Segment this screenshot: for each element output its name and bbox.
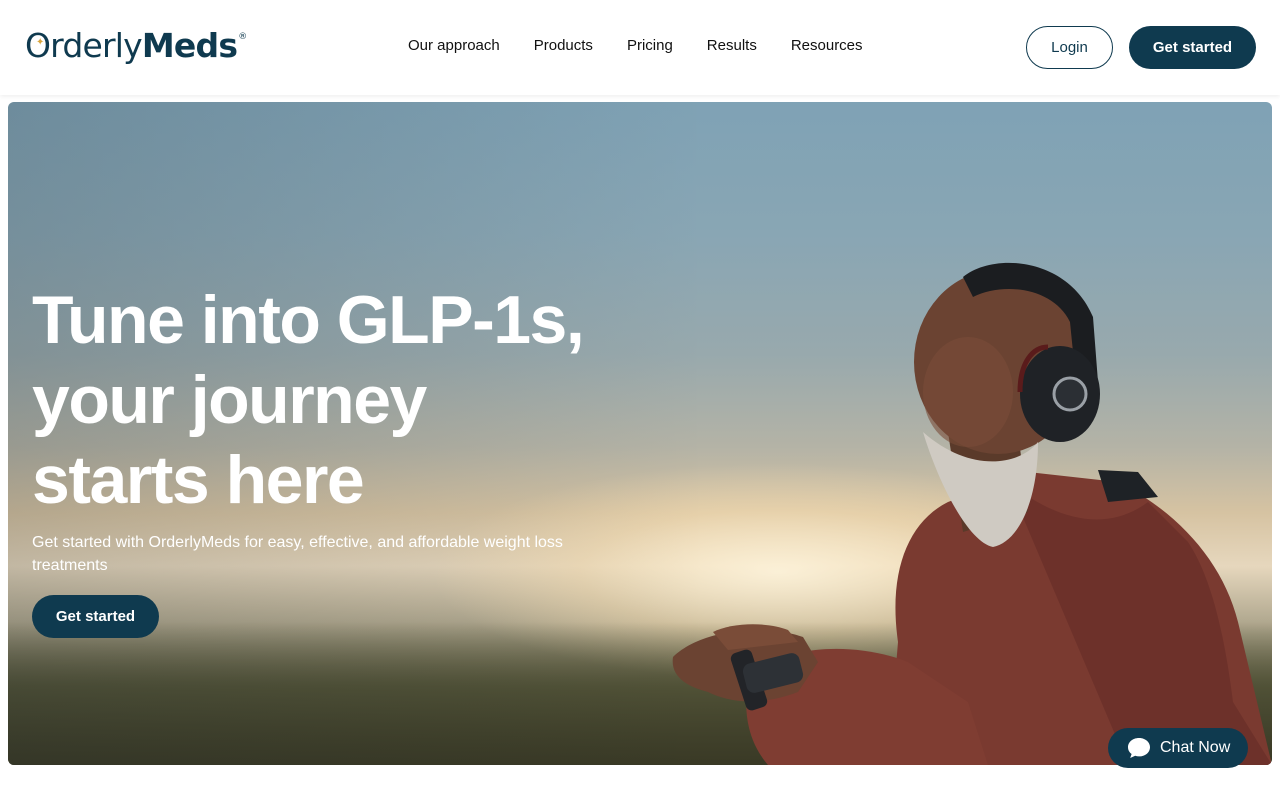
main-nav: Our approach Products Pricing Results Re… <box>408 37 897 54</box>
orderlymeds-logo[interactable]: Orderly ✦ Meds ® <box>25 26 247 66</box>
registered-mark: ® <box>238 32 247 42</box>
nav-item-products[interactable]: Products <box>534 37 593 54</box>
chat-now-button[interactable]: Chat Now <box>1108 728 1248 768</box>
hero-banner: Tune into GLP-1s, your journey starts he… <box>8 102 1272 765</box>
nav-item-pricing[interactable]: Pricing <box>627 37 673 54</box>
hero-get-started-button[interactable]: Get started <box>32 595 159 638</box>
nav-item-results[interactable]: Results <box>707 37 757 54</box>
hero-title: Tune into GLP-1s, your journey starts he… <box>32 282 585 518</box>
login-button[interactable]: Login <box>1026 26 1113 69</box>
sparkle-icon: ✦ <box>36 37 44 48</box>
chat-now-label: Chat Now <box>1160 739 1231 756</box>
logo-wordmark-bold: Meds <box>141 26 238 65</box>
header-get-started-button[interactable]: Get started <box>1129 26 1256 69</box>
hero-subtitle: Get started with OrderlyMeds for easy, e… <box>32 534 563 574</box>
nav-item-our-approach[interactable]: Our approach <box>408 37 500 54</box>
nav-item-resources[interactable]: Resources <box>791 37 863 54</box>
logo-wordmark-light: Orderly ✦ <box>25 26 143 65</box>
site-header: Orderly ✦ Meds ® Our approach Products Pric… <box>0 0 1280 95</box>
chat-bubble-icon <box>1127 737 1151 759</box>
